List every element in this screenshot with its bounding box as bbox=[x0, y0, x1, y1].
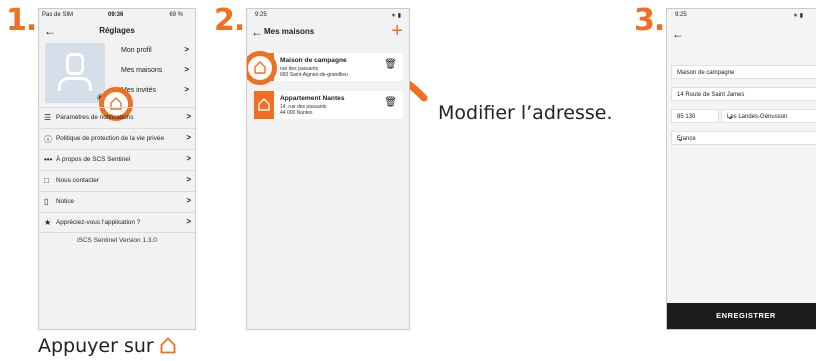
house-name-field[interactable]: Maison de campagne bbox=[671, 65, 816, 79]
house-card-appartement-nantes[interactable]: Appartement Nantes 14, rue des passants … bbox=[254, 91, 403, 119]
step-number-1: 1. bbox=[6, 3, 37, 38]
profile-item-mes-maisons[interactable]: Mes maisons > bbox=[121, 61, 189, 81]
phone-screen-edit-house: 9:25 ∗ ▮ ← 🗑 Maison de campagne 14 Route… bbox=[666, 8, 816, 330]
caption-text: Appuyer sur bbox=[38, 335, 154, 357]
add-house-icon[interactable]: + bbox=[391, 21, 403, 41]
status-time: 9:25 bbox=[675, 12, 687, 18]
settings-item-notice[interactable]: ▯ Notice > bbox=[39, 191, 195, 212]
house-tab[interactable] bbox=[254, 91, 274, 119]
chevron-right-icon: > bbox=[186, 112, 191, 121]
avatar[interactable] bbox=[45, 43, 105, 103]
chevron-right-icon: > bbox=[186, 133, 191, 142]
avatar-head-shape bbox=[66, 53, 84, 75]
settings-item-rate-app[interactable]: ★ Appréciez-vous l'application ? > bbox=[39, 212, 195, 233]
back-arrow-icon[interactable]: ← bbox=[251, 26, 263, 38]
houses-header: ← Mes maisons + bbox=[247, 21, 409, 43]
chevron-down-icon: ⌄ bbox=[727, 112, 734, 121]
street-field[interactable]: 14 Route de Saint James bbox=[671, 87, 816, 101]
city-select[interactable]: Les Landes-Génusson ⌄ bbox=[721, 109, 816, 123]
settings-item-label: Politique de protection de la vie privée bbox=[56, 135, 164, 142]
edit-header: ← 🗑 bbox=[667, 21, 816, 45]
house-name: Appartement Nantes bbox=[280, 95, 345, 102]
settings-item-about[interactable]: ••• À propos de SCS Sentinel > bbox=[39, 149, 195, 170]
chevron-right-icon: > bbox=[184, 45, 189, 54]
settings-item-label: Nous contacter bbox=[56, 177, 99, 184]
profile-item-label: Mon profil bbox=[121, 47, 152, 54]
chevron-right-icon: > bbox=[186, 154, 191, 163]
status-bar: Pas de SIM 09:36 69 % bbox=[39, 9, 195, 21]
profile-item-mon-profil[interactable]: Mon profil > bbox=[121, 41, 189, 61]
sliders-icon: ☰ bbox=[44, 113, 52, 122]
caption-step-1: Appuyer sur bbox=[38, 335, 176, 357]
street-value: 14 Route de Saint James bbox=[677, 92, 745, 98]
page-title: Mes maisons bbox=[264, 27, 315, 36]
chevron-right-icon: > bbox=[184, 85, 189, 94]
settings-item-label: À propos de SCS Sentinel bbox=[56, 156, 131, 163]
postal-code-value: 85 130 bbox=[677, 114, 696, 120]
phone-screen-settings: Pas de SIM 09:36 69 % ← Réglages ◉ Mon p… bbox=[38, 8, 196, 330]
page-title: Réglages bbox=[99, 26, 135, 35]
house-address-line2: 660 Saint-Aignan-de-grandlieu bbox=[280, 72, 348, 78]
settings-item-notifications[interactable]: ☰ Paramètres de notifications > bbox=[39, 107, 195, 128]
chevron-right-icon: > bbox=[186, 217, 191, 226]
trash-icon[interactable]: 🗑 bbox=[384, 97, 397, 108]
star-icon: ★ bbox=[44, 218, 52, 227]
settings-item-label: Notice bbox=[56, 198, 75, 205]
status-bar: 9:25 ∗ ▮ bbox=[247, 9, 409, 21]
house-name-value: Maison de campagne bbox=[677, 70, 735, 76]
step-number-3: 3. bbox=[634, 3, 665, 38]
postal-code-field[interactable]: 85 130 bbox=[671, 109, 719, 123]
status-icons: ∗ ▮ bbox=[391, 13, 401, 19]
more-icon: ••• bbox=[44, 155, 53, 164]
settings-item-privacy[interactable]: ⓘ Politique de protection de la vie priv… bbox=[39, 128, 195, 149]
trash-icon[interactable]: 🗑 bbox=[384, 59, 397, 70]
status-time: 09:36 bbox=[108, 12, 124, 18]
carrier-label: Pas de SIM bbox=[42, 12, 74, 18]
document-icon: ▯ bbox=[44, 197, 49, 206]
status-icons: ∗ ▮ bbox=[793, 13, 803, 19]
app-version: iSCS Sentinel Version 1.3.0 bbox=[77, 237, 157, 244]
chevron-right-icon: > bbox=[186, 175, 191, 184]
save-button[interactable]: ENREGISTRER bbox=[667, 303, 816, 329]
profile-block: ◉ Mon profil > Mes maisons > Mes invités… bbox=[39, 41, 195, 121]
house-address-line2: 44 000 Nantes bbox=[280, 110, 313, 116]
chat-icon: □ bbox=[44, 176, 49, 185]
settings-item-contact[interactable]: □ Nous contacter > bbox=[39, 170, 195, 191]
step-number-2: 2. bbox=[214, 3, 245, 38]
status-time: 9:25 bbox=[255, 12, 267, 18]
chevron-right-icon: > bbox=[186, 196, 191, 205]
settings-list: ☰ Paramètres de notifications > ⓘ Politi… bbox=[39, 107, 195, 233]
settings-item-label: Appréciez-vous l'application ? bbox=[56, 219, 141, 226]
caption-step-2: Modifier l’adresse. bbox=[438, 102, 613, 124]
settings-header: ← Réglages bbox=[39, 21, 195, 41]
settings-item-label: Paramètres de notifications bbox=[56, 114, 134, 121]
info-icon: ⓘ bbox=[44, 135, 52, 144]
back-arrow-icon[interactable]: ← bbox=[672, 28, 684, 40]
country-select[interactable]: France ⌄ bbox=[671, 131, 816, 145]
chevron-right-icon: > bbox=[184, 65, 189, 74]
house-icon bbox=[254, 61, 266, 74]
status-bar: 9:25 ∗ ▮ bbox=[667, 9, 816, 21]
house-icon bbox=[160, 337, 176, 354]
profile-item-label: Mes maisons bbox=[121, 67, 163, 74]
phone-screen-houses: 9:25 ∗ ▮ ← Mes maisons + Maison de campa… bbox=[246, 8, 410, 330]
battery-label: 69 % bbox=[169, 12, 183, 18]
chevron-down-icon: ⌄ bbox=[677, 134, 684, 143]
avatar-body-shape bbox=[58, 77, 92, 91]
house-name: Maison de campagne bbox=[280, 57, 347, 64]
house-icon bbox=[258, 98, 270, 111]
